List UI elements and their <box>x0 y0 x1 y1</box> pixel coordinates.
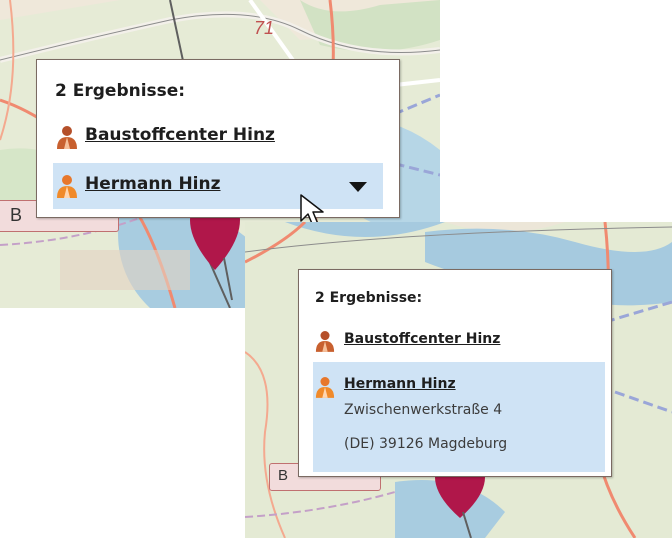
result-item[interactable]: Baustoffcenter Hinz <box>313 326 605 356</box>
result-name[interactable]: Baustoffcenter Hinz <box>85 125 275 145</box>
person-icon <box>315 377 335 398</box>
search-results-popup: 2 Ergebnisse: Baustoffcenter Hinz Herman… <box>36 59 400 218</box>
road-sign-label: B <box>278 467 289 484</box>
results-count-title: 2 Ergebnisse: <box>315 290 423 306</box>
result-name[interactable]: Hermann Hinz <box>344 376 456 392</box>
result-item-selected[interactable]: Hermann Hinz <box>53 163 383 209</box>
map-panel-bottom[interactable]: B 2 Ergebnisse: Baustoffcenter Hinz Herm… <box>245 222 672 538</box>
result-address-street: Zwischenwerkstraße 4 <box>344 402 503 418</box>
search-results-popup: 2 Ergebnisse: Baustoffcenter Hinz Herman… <box>298 269 612 477</box>
person-icon <box>315 331 335 352</box>
result-item[interactable]: Baustoffcenter Hinz <box>53 120 383 154</box>
caret-down-icon[interactable] <box>349 182 367 192</box>
result-name[interactable]: Baustoffcenter Hinz <box>344 331 500 347</box>
road-number-label: 71 <box>254 18 275 38</box>
person-icon <box>57 126 77 149</box>
result-name[interactable]: Hermann Hinz <box>85 174 221 194</box>
result-item-selected[interactable]: Hermann Hinz Zwischenwerkstraße 4 (DE) 3… <box>313 362 605 472</box>
results-count-title: 2 Ergebnisse: <box>55 81 186 101</box>
person-icon <box>57 175 77 198</box>
road-sign-label: B <box>10 205 23 225</box>
result-address-city: (DE) 39126 Magdeburg <box>344 436 508 452</box>
